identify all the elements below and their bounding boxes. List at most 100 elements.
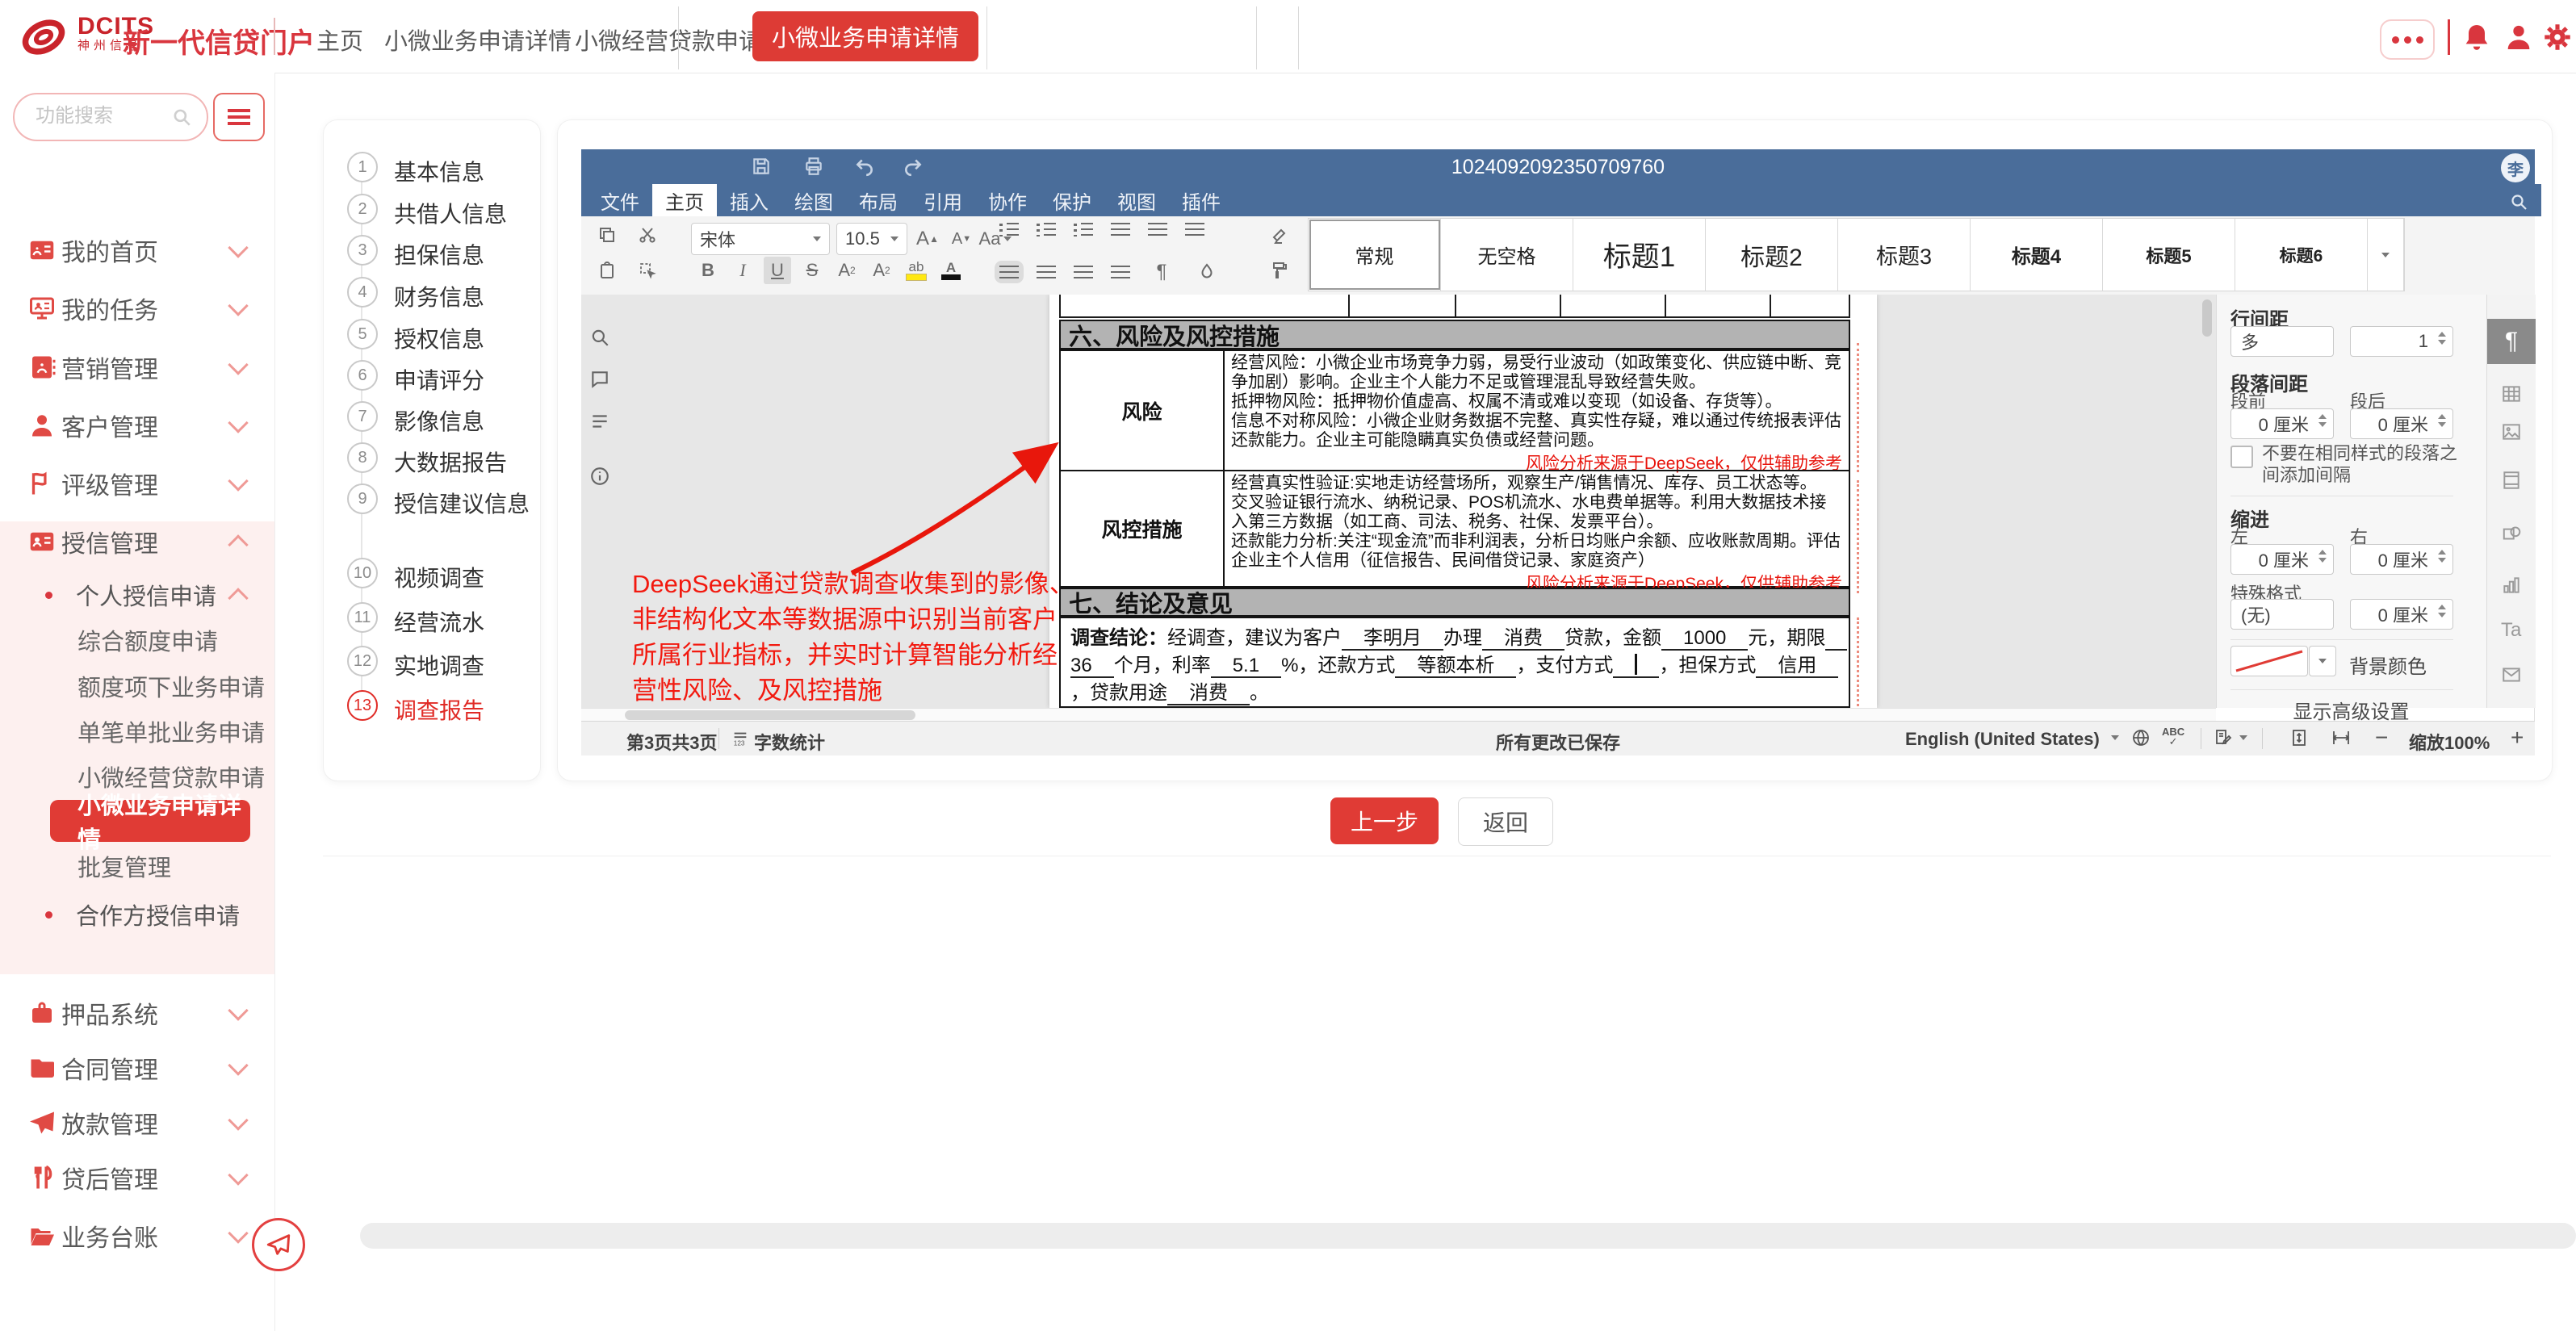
user-profile-icon[interactable] xyxy=(2503,21,2535,53)
sidebar-item-collateral[interactable]: 押品系统 xyxy=(0,990,274,1036)
cut-icon[interactable] xyxy=(634,221,661,249)
document-canvas[interactable]: 六、风险及风控措施 风险 经营风险：小微企业市场竞争力弱，易受行业波动（如政策变… xyxy=(581,295,2216,708)
font-name-select[interactable]: 宋体 xyxy=(691,223,830,255)
font-size-select[interactable]: 10.5 xyxy=(836,223,907,255)
editor-tab-file[interactable]: 文件 xyxy=(588,184,652,216)
step-5-label[interactable]: 授权信息 xyxy=(394,322,484,354)
sidebar-collapse-button[interactable] xyxy=(213,93,265,141)
justify-icon[interactable] xyxy=(1111,266,1130,278)
nav-micro-detail-active[interactable]: 小微业务申请详情 xyxy=(752,11,978,61)
advanced-settings-link[interactable]: 显示高级设置 xyxy=(2216,696,2486,724)
fit-page-icon[interactable] xyxy=(2289,728,2309,747)
image-panel-tab[interactable] xyxy=(2501,421,2522,442)
clear-format-icon[interactable] xyxy=(1266,223,1293,250)
line-spacing-select[interactable]: 多 xyxy=(2230,326,2334,357)
paragraph-panel-tab[interactable]: ¶ xyxy=(2487,319,2536,364)
style-gallery-expand[interactable] xyxy=(2368,219,2404,291)
horizontal-scrollbar-track[interactable] xyxy=(581,708,2216,722)
horizontal-scrollbar-thumb[interactable] xyxy=(625,710,915,720)
bullet-list-icon[interactable] xyxy=(999,223,1019,236)
table-panel-tab[interactable] xyxy=(2501,383,2522,404)
zoom-level[interactable]: 缩放100% xyxy=(2409,729,2490,755)
step-9-label[interactable]: 授信建议信息 xyxy=(394,487,530,519)
style-heading6[interactable]: 标题6 xyxy=(2235,219,2368,291)
align-right-icon[interactable] xyxy=(1074,266,1093,278)
step-5-circle[interactable]: 5 xyxy=(347,319,378,349)
sidebar-item-post-loan[interactable]: 贷后管理 xyxy=(0,1155,274,1200)
indent-right-stepper[interactable]: 0 厘米 xyxy=(2350,544,2453,575)
sidebar-item-comprehensive-quota[interactable]: 综合额度申请 xyxy=(0,617,274,663)
vertical-scrollbar-thumb[interactable] xyxy=(2202,299,2212,337)
sidebar-item-personal-credit[interactable]: 个人授信申请 xyxy=(0,572,274,617)
background-color-swatch[interactable] xyxy=(2230,646,2308,676)
style-heading1[interactable]: 标题1 xyxy=(1573,219,1706,291)
editor-tab-home[interactable]: 主页 xyxy=(652,184,717,216)
multilevel-list-icon[interactable] xyxy=(1074,223,1093,236)
sidebar-item-approval-mgmt[interactable]: 批复管理 xyxy=(0,843,274,889)
style-heading2[interactable]: 标题2 xyxy=(1706,219,1838,291)
special-format-select[interactable]: (无) xyxy=(2230,599,2334,630)
style-heading5[interactable]: 标题5 xyxy=(2103,219,2235,291)
step-7-circle[interactable]: 7 xyxy=(347,401,378,432)
no-gap-checkbox[interactable] xyxy=(2230,446,2253,468)
step-8-circle[interactable]: 8 xyxy=(347,442,378,473)
prev-step-button[interactable]: 上一步 xyxy=(1330,797,1439,844)
sidebar-item-my-home[interactable]: 我的首页 xyxy=(0,228,274,273)
sidebar-item-ledger[interactable]: 业务台账 xyxy=(0,1213,274,1258)
step-6-circle[interactable]: 6 xyxy=(347,360,378,391)
decrease-indent-icon[interactable] xyxy=(1111,223,1130,236)
undo-icon[interactable] xyxy=(854,156,875,177)
editor-tab-collaboration[interactable]: 协作 xyxy=(975,184,1040,216)
step-12-circle[interactable]: 12 xyxy=(347,646,378,676)
spacing-after-stepper[interactable]: 0 厘米 xyxy=(2350,408,2453,439)
language-selector[interactable]: English (United States) xyxy=(1905,729,2100,750)
superscript-icon[interactable]: A2 xyxy=(833,257,861,284)
header-footer-panel-tab[interactable] xyxy=(2501,470,2522,491)
footer-scrollbar[interactable] xyxy=(360,1223,2576,1249)
zoom-out-button[interactable]: − xyxy=(2375,725,2388,751)
step-13-circle[interactable]: 13 xyxy=(347,690,378,721)
sidebar-item-my-tasks[interactable]: 我的任务 xyxy=(0,286,274,331)
step-13-label[interactable]: 调查报告 xyxy=(394,693,484,726)
mail-merge-panel-tab[interactable] xyxy=(2501,664,2522,685)
select-icon[interactable] xyxy=(634,257,661,284)
sidebar-item-partner-credit[interactable]: 合作方授信申请 xyxy=(0,892,274,937)
step-4-label[interactable]: 财务信息 xyxy=(394,280,484,312)
highlight-color-icon[interactable]: ab xyxy=(903,257,930,284)
editor-user-avatar[interactable]: 李 xyxy=(2501,153,2530,182)
font-color-icon[interactable]: A xyxy=(937,257,965,284)
numbered-list-icon[interactable] xyxy=(1037,223,1056,236)
globe-icon[interactable] xyxy=(2131,728,2151,747)
sidebar-item-customers[interactable]: 客户管理 xyxy=(0,403,274,448)
track-changes-icon[interactable] xyxy=(2214,728,2233,747)
style-normal[interactable]: 常规 xyxy=(1309,219,1441,291)
style-heading4[interactable]: 标题4 xyxy=(1971,219,2103,291)
sidebar-item-contracts[interactable]: 合同管理 xyxy=(0,1045,274,1090)
style-heading3[interactable]: 标题3 xyxy=(1838,219,1971,291)
print-icon[interactable] xyxy=(803,156,824,177)
line-spacing-icon[interactable] xyxy=(1185,223,1204,236)
notifications-bell-icon[interactable] xyxy=(2461,21,2493,53)
nav-micro-detail[interactable]: 小微业务申请详情 xyxy=(384,23,572,57)
step-4-circle[interactable]: 4 xyxy=(347,277,378,308)
editor-tab-layout[interactable]: 布局 xyxy=(846,184,911,216)
step-2-circle[interactable]: 2 xyxy=(347,194,378,224)
editor-tab-plugins[interactable]: 插件 xyxy=(1169,184,1234,216)
sidebar-search-input[interactable] xyxy=(34,104,166,128)
decrease-font-icon[interactable]: A▼ xyxy=(948,225,975,253)
nav-home[interactable]: 主页 xyxy=(316,23,363,57)
italic-icon[interactable]: I xyxy=(729,257,756,284)
more-actions-button[interactable] xyxy=(2380,19,2435,60)
line-spacing-stepper[interactable]: 1 xyxy=(2350,326,2453,357)
step-12-label[interactable]: 实地调查 xyxy=(394,649,484,681)
step-8-label[interactable]: 大数据报告 xyxy=(394,446,507,478)
step-1-circle[interactable]: 1 xyxy=(347,152,378,182)
redo-icon[interactable] xyxy=(903,156,924,177)
nav-micro-loan-apply[interactable]: 小微经营贷款申请 xyxy=(575,23,762,57)
sidebar-item-rating[interactable]: 评级管理 xyxy=(0,461,274,506)
step-6-label[interactable]: 申请评分 xyxy=(394,363,484,396)
spacing-before-stepper[interactable]: 0 厘米 xyxy=(2230,408,2334,439)
step-2-label[interactable]: 共借人信息 xyxy=(394,197,507,229)
align-center-icon[interactable] xyxy=(1037,266,1056,278)
step-11-label[interactable]: 经营流水 xyxy=(394,605,484,638)
